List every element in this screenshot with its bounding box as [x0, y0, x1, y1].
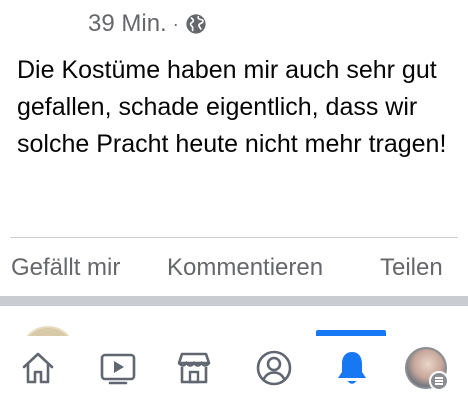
notifications-bell-icon [338, 352, 366, 384]
post-timestamp[interactable]: 39 Min. [88, 10, 167, 38]
marketplace-icon [177, 352, 211, 384]
next-post-avatar[interactable] [20, 326, 76, 336]
globe-icon [186, 14, 206, 34]
menu-avatar-icon [405, 347, 449, 391]
feed-separator [0, 296, 468, 306]
post-actions: Gefällt mir Kommentieren Teilen [0, 248, 468, 288]
home-icon [22, 352, 54, 384]
tab-profile[interactable] [252, 346, 296, 390]
bottom-tab-bar [0, 336, 468, 400]
divider [10, 237, 458, 238]
video-icon [100, 353, 136, 385]
like-button[interactable]: Gefällt mir [11, 248, 120, 288]
tab-menu[interactable] [404, 346, 449, 391]
hamburger-icon [429, 371, 449, 391]
tab-video[interactable] [96, 346, 140, 390]
profile-icon [256, 350, 292, 386]
comment-button[interactable]: Kommentieren [167, 248, 323, 288]
tab-notifications[interactable] [330, 346, 374, 390]
meta-separator: · [172, 13, 179, 34]
tab-home[interactable] [16, 346, 60, 390]
post-body-text: Die Kostüme haben mir auch sehr gut gefa… [17, 56, 447, 158]
share-button[interactable]: Teilen [380, 248, 443, 288]
next-post-preview [0, 306, 468, 336]
post-meta: 39 Min. · [88, 8, 207, 40]
tab-marketplace[interactable] [172, 346, 216, 390]
